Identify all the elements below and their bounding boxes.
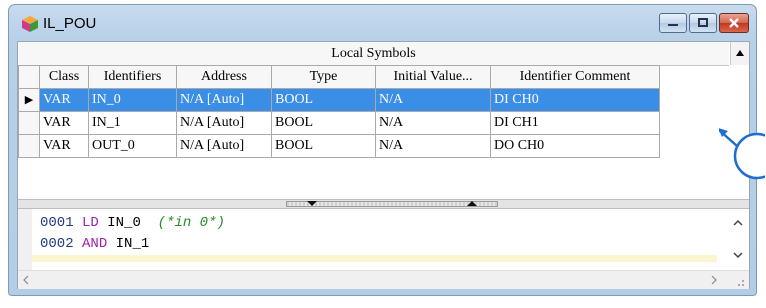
minimize-icon: [668, 24, 678, 26]
cell-address[interactable]: N/A [Auto]: [176, 134, 272, 158]
current-row-arrow-icon: ▶: [24, 93, 34, 106]
row-indicator: [18, 111, 40, 135]
row-indicator: [18, 134, 40, 158]
header-row: Class Identifiers Address Type Initial V…: [18, 65, 660, 89]
pane-splitter[interactable]: [18, 199, 749, 209]
window-title: IL_POU: [43, 15, 97, 32]
operand: IN_0: [107, 215, 141, 231]
cell-comment[interactable]: DO CH0: [490, 134, 660, 158]
code-comment: (*in 0*): [157, 215, 225, 231]
cell-identifier[interactable]: OUT_0: [88, 134, 177, 158]
close-button[interactable]: [719, 13, 749, 33]
pou-cube-icon: [22, 16, 38, 32]
splitter-arrows-icon: [307, 201, 477, 206]
code-line[interactable]: 0001 LD IN_0 (*in 0*): [40, 213, 225, 234]
col-class[interactable]: Class: [39, 65, 89, 89]
pou-content: Local Symbols Class Identifiers Address …: [17, 41, 750, 289]
col-identifiers[interactable]: Identifiers: [88, 65, 177, 89]
splitter-handle[interactable]: [286, 201, 498, 207]
symbols-table: Class Identifiers Address Type Initial V…: [18, 65, 660, 158]
cell-identifier[interactable]: IN_1: [88, 111, 177, 135]
corner-cell: [18, 65, 40, 89]
il-code-editor[interactable]: 0001 LD IN_0 (*in 0*) 0002 AND IN_1: [18, 209, 749, 270]
minimize-button[interactable]: [659, 13, 687, 33]
local-symbols-grid: Local Symbols Class Identifiers Address …: [18, 42, 749, 199]
editor-gutter: [18, 209, 32, 270]
local-symbols-caption: Local Symbols: [18, 42, 729, 66]
scroll-arrows-icon: [733, 219, 743, 259]
horizontal-scroll-arrows-icon: [23, 275, 744, 286]
col-identifier-comment[interactable]: Identifier Comment: [490, 65, 660, 89]
cell-type[interactable]: BOOL: [271, 134, 376, 158]
close-icon: [729, 18, 739, 28]
maximize-button[interactable]: [689, 13, 717, 33]
line-number: 0002: [40, 236, 74, 252]
col-initial-value[interactable]: Initial Value...: [375, 65, 491, 89]
cell-identifier[interactable]: IN_0: [88, 88, 177, 112]
col-address[interactable]: Address: [176, 65, 272, 89]
editor-vertical-scrollbar[interactable]: [728, 209, 749, 270]
cell-initial-value[interactable]: N/A: [375, 88, 491, 112]
current-line-highlight: [32, 255, 717, 262]
row-indicator: ▶: [18, 88, 40, 112]
line-number: 0001: [40, 215, 74, 231]
code-area[interactable]: 0001 LD IN_0 (*in 0*) 0002 AND IN_1: [40, 213, 225, 255]
grid-scroll-up-button[interactable]: [730, 42, 749, 65]
cell-address[interactable]: N/A [Auto]: [176, 111, 272, 135]
cell-type[interactable]: BOOL: [271, 111, 376, 135]
instruction: LD: [82, 215, 99, 231]
operand: IN_1: [115, 236, 150, 252]
callout-marker-icon: [719, 128, 765, 180]
cell-initial-value[interactable]: N/A: [375, 111, 491, 135]
cell-class[interactable]: VAR: [39, 88, 89, 112]
triangle-up-icon: [736, 50, 744, 56]
title-bar[interactable]: IL_POU: [9, 5, 756, 45]
cell-address[interactable]: N/A [Auto]: [176, 88, 272, 112]
instruction: AND: [82, 236, 108, 252]
table-row[interactable]: VAR IN_1 N/A [Auto] BOOL N/A DI CH1: [18, 111, 660, 135]
editor-horizontal-scrollbar[interactable]: [18, 270, 749, 289]
cell-comment[interactable]: DI CH1: [490, 111, 660, 135]
cell-comment[interactable]: DI CH0: [490, 88, 660, 112]
col-type[interactable]: Type: [271, 65, 376, 89]
table-row[interactable]: VAR OUT_0 N/A [Auto] BOOL N/A DO CH0: [18, 134, 660, 158]
pou-window: IL_POU Local Symbols Class Identifiers A…: [8, 4, 757, 296]
restore-icon: [698, 18, 708, 27]
table-row[interactable]: ▶ VAR IN_0 N/A [Auto] BOOL N/A DI CH0: [18, 88, 660, 112]
cell-class[interactable]: VAR: [39, 134, 89, 158]
code-line[interactable]: 0002 AND IN_1: [40, 234, 225, 255]
cell-type[interactable]: BOOL: [271, 88, 376, 112]
cell-initial-value[interactable]: N/A: [375, 134, 491, 158]
cell-class[interactable]: VAR: [39, 111, 89, 135]
